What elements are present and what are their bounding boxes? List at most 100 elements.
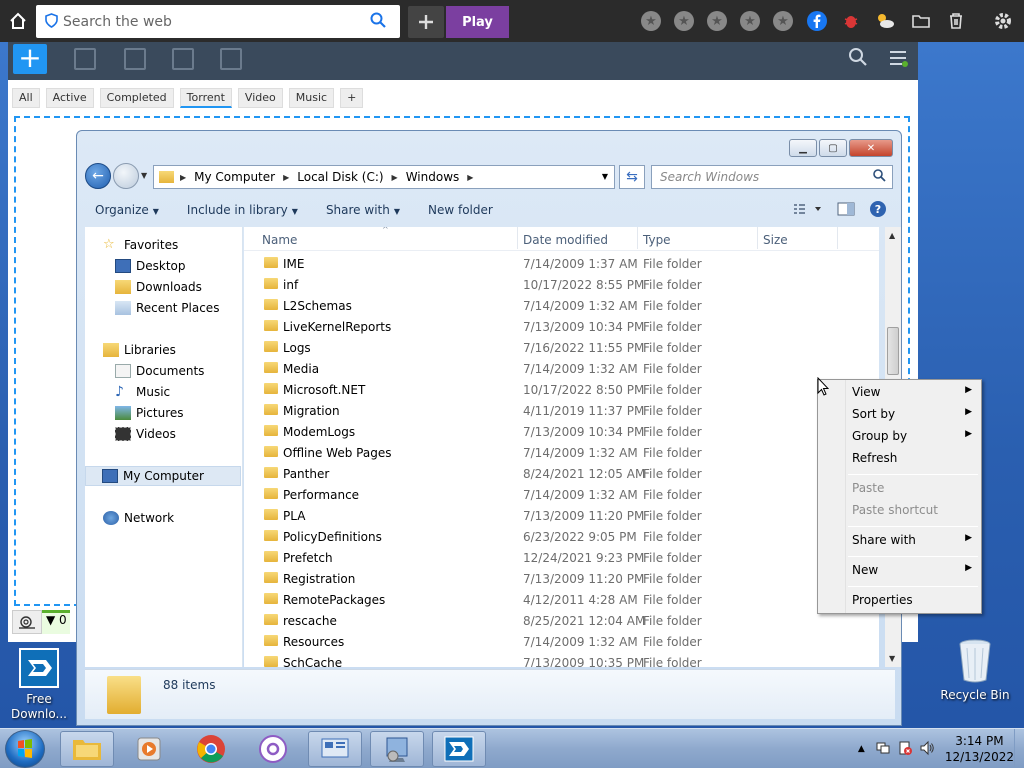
new-folder-button[interactable]: New folder <box>428 203 493 217</box>
show-hidden-icons-icon[interactable]: ▲ <box>858 744 865 754</box>
resume-icon[interactable] <box>74 48 96 70</box>
maximize-button[interactable]: ▢ <box>819 139 847 157</box>
star-icon[interactable]: ★ <box>706 10 728 32</box>
nav-videos[interactable]: Videos <box>115 424 176 444</box>
chevron-right-icon[interactable]: ▶ <box>180 173 186 182</box>
taskbar-explorer[interactable] <box>60 731 114 767</box>
table-row[interactable]: Media 7/14/2009 1:32 AM File folder <box>244 358 879 379</box>
search-icon[interactable] <box>873 169 886 185</box>
table-row[interactable]: ModemLogs 7/13/2009 10:34 PM File folder <box>244 421 879 442</box>
new-tab-button[interactable] <box>408 6 444 38</box>
taskbar-control-panel[interactable] <box>308 731 362 767</box>
tab-torrent[interactable]: Torrent <box>179 88 232 108</box>
tab-all[interactable]: All <box>12 88 40 108</box>
desktop-icon-free-download-manager[interactable]: Free Downlo... <box>0 648 78 722</box>
column-name[interactable]: Name <box>262 233 297 247</box>
add-tab-button[interactable]: + <box>340 88 364 108</box>
column-type[interactable]: Type <box>643 233 671 247</box>
delete-icon[interactable] <box>172 48 194 70</box>
table-row[interactable]: rescache 8/25/2021 12:04 AM File folder <box>244 610 879 631</box>
action-center-icon[interactable] <box>897 740 913 759</box>
menu-item-group-by[interactable]: Group by ▶ <box>852 429 980 443</box>
add-download-button[interactable]: + <box>13 44 47 74</box>
tab-completed[interactable]: Completed <box>99 88 174 108</box>
show-desktop-button[interactable] <box>1014 729 1024 768</box>
star-icon[interactable]: ★ <box>739 10 761 32</box>
folder-icon[interactable] <box>910 10 932 32</box>
scroll-down-icon[interactable]: ▼ <box>889 654 895 663</box>
search-icon[interactable] <box>370 12 386 31</box>
taskbar-installer[interactable] <box>370 731 424 767</box>
table-row[interactable]: Offline Web Pages 7/14/2009 1:32 AM File f… <box>244 442 879 463</box>
nav-recent-places[interactable]: Recent Places <box>115 298 219 318</box>
include-in-library-button[interactable]: Include in library ▼ <box>187 203 298 217</box>
bug-icon[interactable] <box>840 10 862 32</box>
star-icon[interactable]: ★ <box>640 10 662 32</box>
taskbar-app[interactable] <box>246 731 300 767</box>
volume-icon[interactable] <box>919 740 935 759</box>
nav-documents[interactable]: Documents <box>115 361 204 381</box>
nav-desktop[interactable]: Desktop <box>115 256 186 276</box>
table-row[interactable]: PLA 7/13/2009 11:20 PM File folder <box>244 505 879 526</box>
gear-icon[interactable] <box>992 10 1014 32</box>
scroll-up-icon[interactable]: ▲ <box>889 231 895 240</box>
address-bar[interactable]: ▶ My Computer ▶ Local Disk (C:) ▶ Window… <box>153 165 615 189</box>
table-row[interactable]: Logs 7/16/2022 11:55 PM File folder <box>244 337 879 358</box>
nav-pictures[interactable]: Pictures <box>115 403 184 423</box>
table-row[interactable]: LiveKernelReports 7/13/2009 10:34 PM File … <box>244 316 879 337</box>
start-button[interactable] <box>5 730 45 768</box>
table-row[interactable]: IME 7/14/2009 1:37 AM File folder <box>244 253 879 274</box>
speed-limit-icon[interactable] <box>12 610 42 634</box>
tab-music[interactable]: Music <box>288 88 335 108</box>
refresh-button[interactable]: ⇆ <box>619 165 645 189</box>
clock[interactable]: 3:14 PM 12/13/2022 <box>945 733 1014 765</box>
weather-icon[interactable] <box>874 10 896 32</box>
table-row[interactable]: Prefetch 12/24/2021 9:23 PM File folder <box>244 547 879 568</box>
breadcrumb-local-disk[interactable]: Local Disk (C:) <box>297 170 383 184</box>
back-button[interactable]: ← <box>85 163 111 189</box>
taskbar-media-player[interactable] <box>122 731 176 767</box>
close-button[interactable]: ✕ <box>849 139 893 157</box>
chevron-down-icon[interactable]: ▼ <box>602 172 608 181</box>
table-row[interactable]: Performance 7/14/2009 1:32 AM File folder <box>244 484 879 505</box>
nav-libraries[interactable]: Libraries <box>103 340 176 360</box>
column-date[interactable]: Date modified <box>523 233 608 247</box>
search-windows-input[interactable]: Search Windows <box>651 165 893 189</box>
table-row[interactable]: Migration 4/11/2019 11:37 PM File folder <box>244 400 879 421</box>
table-row[interactable]: L2Schemas 7/14/2009 1:32 AM File folder <box>244 295 879 316</box>
search-icon[interactable] <box>848 47 868 70</box>
history-dropdown[interactable]: ▼ <box>141 171 147 180</box>
menu-item-share-with[interactable]: Share with ▶ <box>852 533 980 547</box>
preview-pane-icon[interactable] <box>837 202 855 219</box>
column-size[interactable]: Size <box>763 233 788 247</box>
home-icon[interactable] <box>0 0 36 42</box>
table-row[interactable]: inf 10/17/2022 8:55 PM File folder <box>244 274 879 295</box>
forward-button[interactable] <box>113 163 139 189</box>
table-row[interactable]: SchCache 7/13/2009 10:35 PM File folder <box>244 652 879 667</box>
menu-item-refresh[interactable]: Refresh <box>852 451 897 465</box>
nav-favorites[interactable]: ☆ Favorites <box>103 235 178 255</box>
tab-video[interactable]: Video <box>237 88 283 108</box>
desktop-icon-recycle-bin[interactable]: Recycle Bin <box>936 638 1014 702</box>
nav-network[interactable]: Network <box>103 508 174 528</box>
help-icon[interactable]: ? <box>869 200 887 221</box>
table-row[interactable]: Microsoft.NET 10/17/2022 8:50 PM File fold… <box>244 379 879 400</box>
organize-button[interactable]: Organize ▼ <box>95 203 159 217</box>
play-button[interactable]: Play <box>446 6 509 38</box>
filter-dropdown[interactable]: ▼ 0 <box>42 610 70 634</box>
breadcrumb-my-computer[interactable]: My Computer <box>194 170 275 184</box>
trash-icon[interactable] <box>945 10 967 32</box>
move-icon[interactable] <box>220 48 242 70</box>
table-row[interactable]: Registration 7/13/2009 11:20 PM File folde… <box>244 568 879 589</box>
web-search-box[interactable]: Search the web <box>36 5 400 38</box>
star-icon[interactable]: ★ <box>673 10 695 32</box>
minimize-button[interactable]: ▁ <box>789 139 817 157</box>
menu-item-view[interactable]: View ▶ <box>852 385 980 399</box>
table-row[interactable]: PolicyDefinitions 6/23/2022 9:05 PM File f… <box>244 526 879 547</box>
menu-item-sort-by[interactable]: Sort by ▶ <box>852 407 980 421</box>
menu-item-new[interactable]: New ▶ <box>852 563 980 577</box>
star-icon[interactable]: ★ <box>772 10 794 32</box>
share-with-button[interactable]: Share with ▼ <box>326 203 400 217</box>
breadcrumb-windows[interactable]: Windows <box>406 170 460 184</box>
view-options-icon[interactable] <box>793 203 823 218</box>
